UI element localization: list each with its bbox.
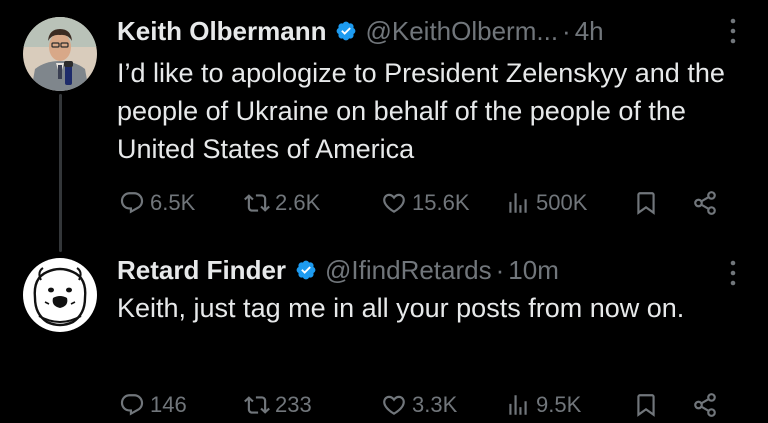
share-icon — [692, 392, 718, 418]
like-button[interactable]: 3.3K — [381, 388, 457, 422]
avatar-drawing — [23, 258, 97, 332]
like-button[interactable]: 15.6K — [381, 186, 470, 220]
reply-count: 6.5K — [150, 190, 196, 215]
tweet-post[interactable]: Retard Finder @IfindRetards · 10m Keith,… — [0, 240, 768, 423]
avatar-photo — [23, 17, 97, 91]
user-handle[interactable]: @KeithOlberm... — [365, 16, 558, 47]
tweet-text: Keith, just tag me in all your posts fro… — [117, 293, 685, 323]
views-chart-icon — [505, 190, 531, 216]
views-button[interactable]: 9.5K — [505, 388, 581, 422]
bookmark-button[interactable] — [633, 388, 659, 422]
verified-badge-icon — [295, 259, 317, 281]
separator-dot: · — [562, 15, 571, 46]
repost-button[interactable]: 2.6K — [244, 186, 320, 220]
tweet-text: I’d like to apologize to President Zelen… — [117, 58, 725, 164]
tweet-actions: 146 233 3.3K 9.5K — [117, 388, 748, 422]
repost-icon — [244, 392, 270, 418]
heart-icon — [381, 190, 407, 216]
views-button[interactable]: 500K — [505, 186, 587, 220]
avatar[interactable] — [23, 258, 97, 332]
repost-button[interactable]: 233 — [244, 388, 312, 422]
reply-count: 146 — [150, 392, 187, 417]
user-handle[interactable]: @IfindRetards — [325, 255, 492, 286]
like-count: 15.6K — [412, 190, 470, 215]
like-count: 3.3K — [412, 392, 458, 417]
tweet-header: Retard Finder @IfindRetards · 10m — [117, 253, 748, 287]
verified-badge-icon — [335, 20, 357, 42]
repost-count: 233 — [275, 392, 312, 417]
more-options-icon[interactable] — [730, 260, 736, 286]
share-button[interactable] — [692, 388, 718, 422]
share-icon — [692, 190, 718, 216]
reply-button[interactable]: 146 — [119, 388, 187, 422]
views-chart-icon — [505, 392, 531, 418]
reply-icon — [119, 190, 145, 216]
bookmark-button[interactable] — [633, 186, 659, 220]
bookmark-icon — [633, 190, 659, 216]
timestamp[interactable]: 10m — [508, 255, 559, 286]
display-name[interactable]: Retard Finder — [117, 255, 286, 286]
repost-icon — [244, 190, 270, 216]
tweet-header: Keith Olbermann @KeithOlberm... · 4h — [117, 14, 748, 48]
share-button[interactable] — [692, 186, 718, 220]
timestamp[interactable]: 4h — [575, 16, 604, 47]
repost-count: 2.6K — [275, 190, 321, 215]
heart-icon — [381, 392, 407, 418]
view-count: 9.5K — [536, 392, 582, 417]
more-options-icon[interactable] — [730, 18, 736, 44]
reply-icon — [119, 392, 145, 418]
separator-dot: · — [495, 254, 505, 285]
avatar[interactable] — [23, 17, 97, 91]
view-count: 500K — [536, 190, 588, 215]
display-name[interactable]: Keith Olbermann — [117, 16, 326, 47]
reply-button[interactable]: 6.5K — [119, 186, 195, 220]
bookmark-icon — [633, 392, 659, 418]
tweet-actions: 6.5K 2.6K 15.6K 500K — [117, 186, 748, 220]
tweet-post[interactable]: Keith Olbermann @KeithOlberm... · 4h I’d… — [0, 0, 768, 240]
